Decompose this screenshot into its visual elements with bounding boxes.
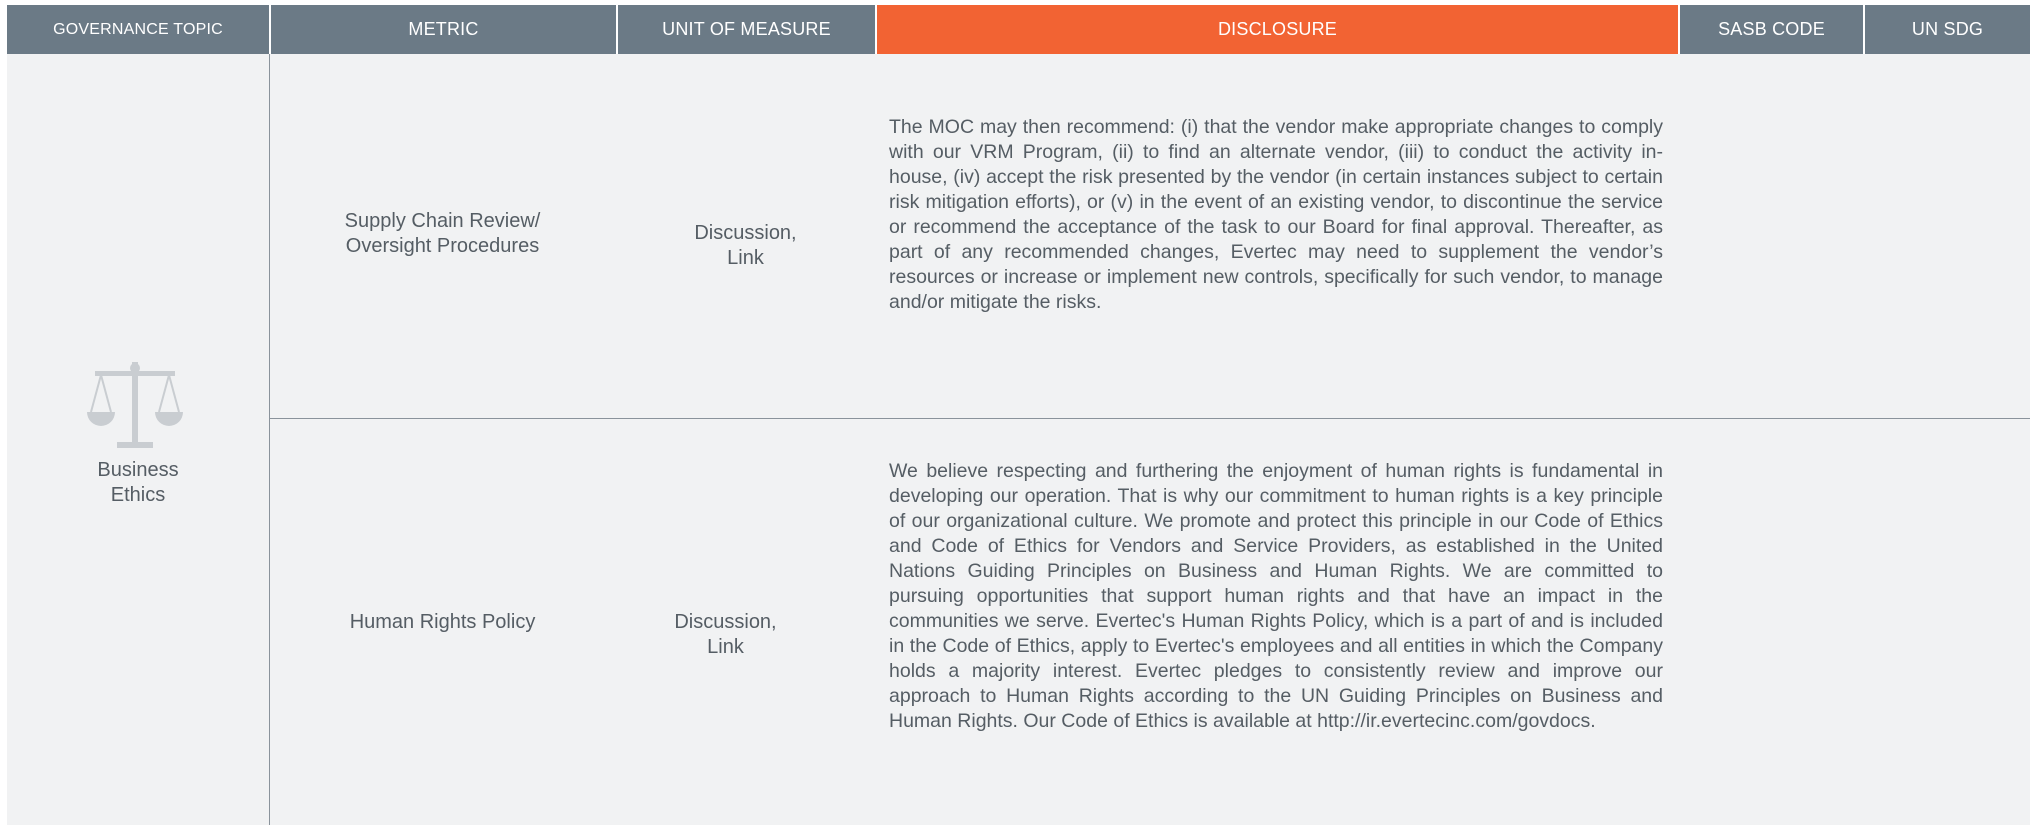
- header-metric: METRIC: [269, 5, 616, 54]
- metric-cell: Human Rights Policy: [349, 611, 536, 633]
- governance-table: GOVERNANCE TOPIC METRIC UNIT OF MEASURE …: [7, 5, 2030, 825]
- unit-cell: Discussion, Link: [674, 611, 777, 658]
- table-header: GOVERNANCE TOPIC METRIC UNIT OF MEASURE …: [7, 5, 2030, 54]
- disclosure-text: We believe respecting and furthering the…: [889, 460, 1663, 732]
- governance-topic-cell: Business Ethics: [7, 54, 269, 825]
- disclosure-cell: The MOC may then recommend: (i) that the…: [889, 115, 1663, 315]
- column-divider: [269, 54, 270, 825]
- scales-of-justice-icon: [87, 362, 183, 448]
- unit-cell: Discussion, Link: [694, 222, 797, 269]
- header-un-sdg: UN SDG: [1863, 5, 2030, 54]
- disclosure-text: The MOC may then recommend: (i) that the…: [889, 116, 1663, 313]
- row-divider: [269, 418, 2030, 419]
- header-governance-topic: GOVERNANCE TOPIC: [53, 20, 223, 38]
- header-sasb-code: SASB CODE: [1678, 5, 1863, 54]
- metric-cell: Supply Chain Review/ Oversight Procedure…: [344, 210, 541, 257]
- topic-label: Business Ethics: [97, 459, 179, 506]
- header-disclosure: DISCLOSURE: [875, 5, 1678, 54]
- header-unit-of-measure: UNIT OF MEASURE: [616, 5, 875, 54]
- disclosure-cell: We believe respecting and furthering the…: [889, 459, 1663, 734]
